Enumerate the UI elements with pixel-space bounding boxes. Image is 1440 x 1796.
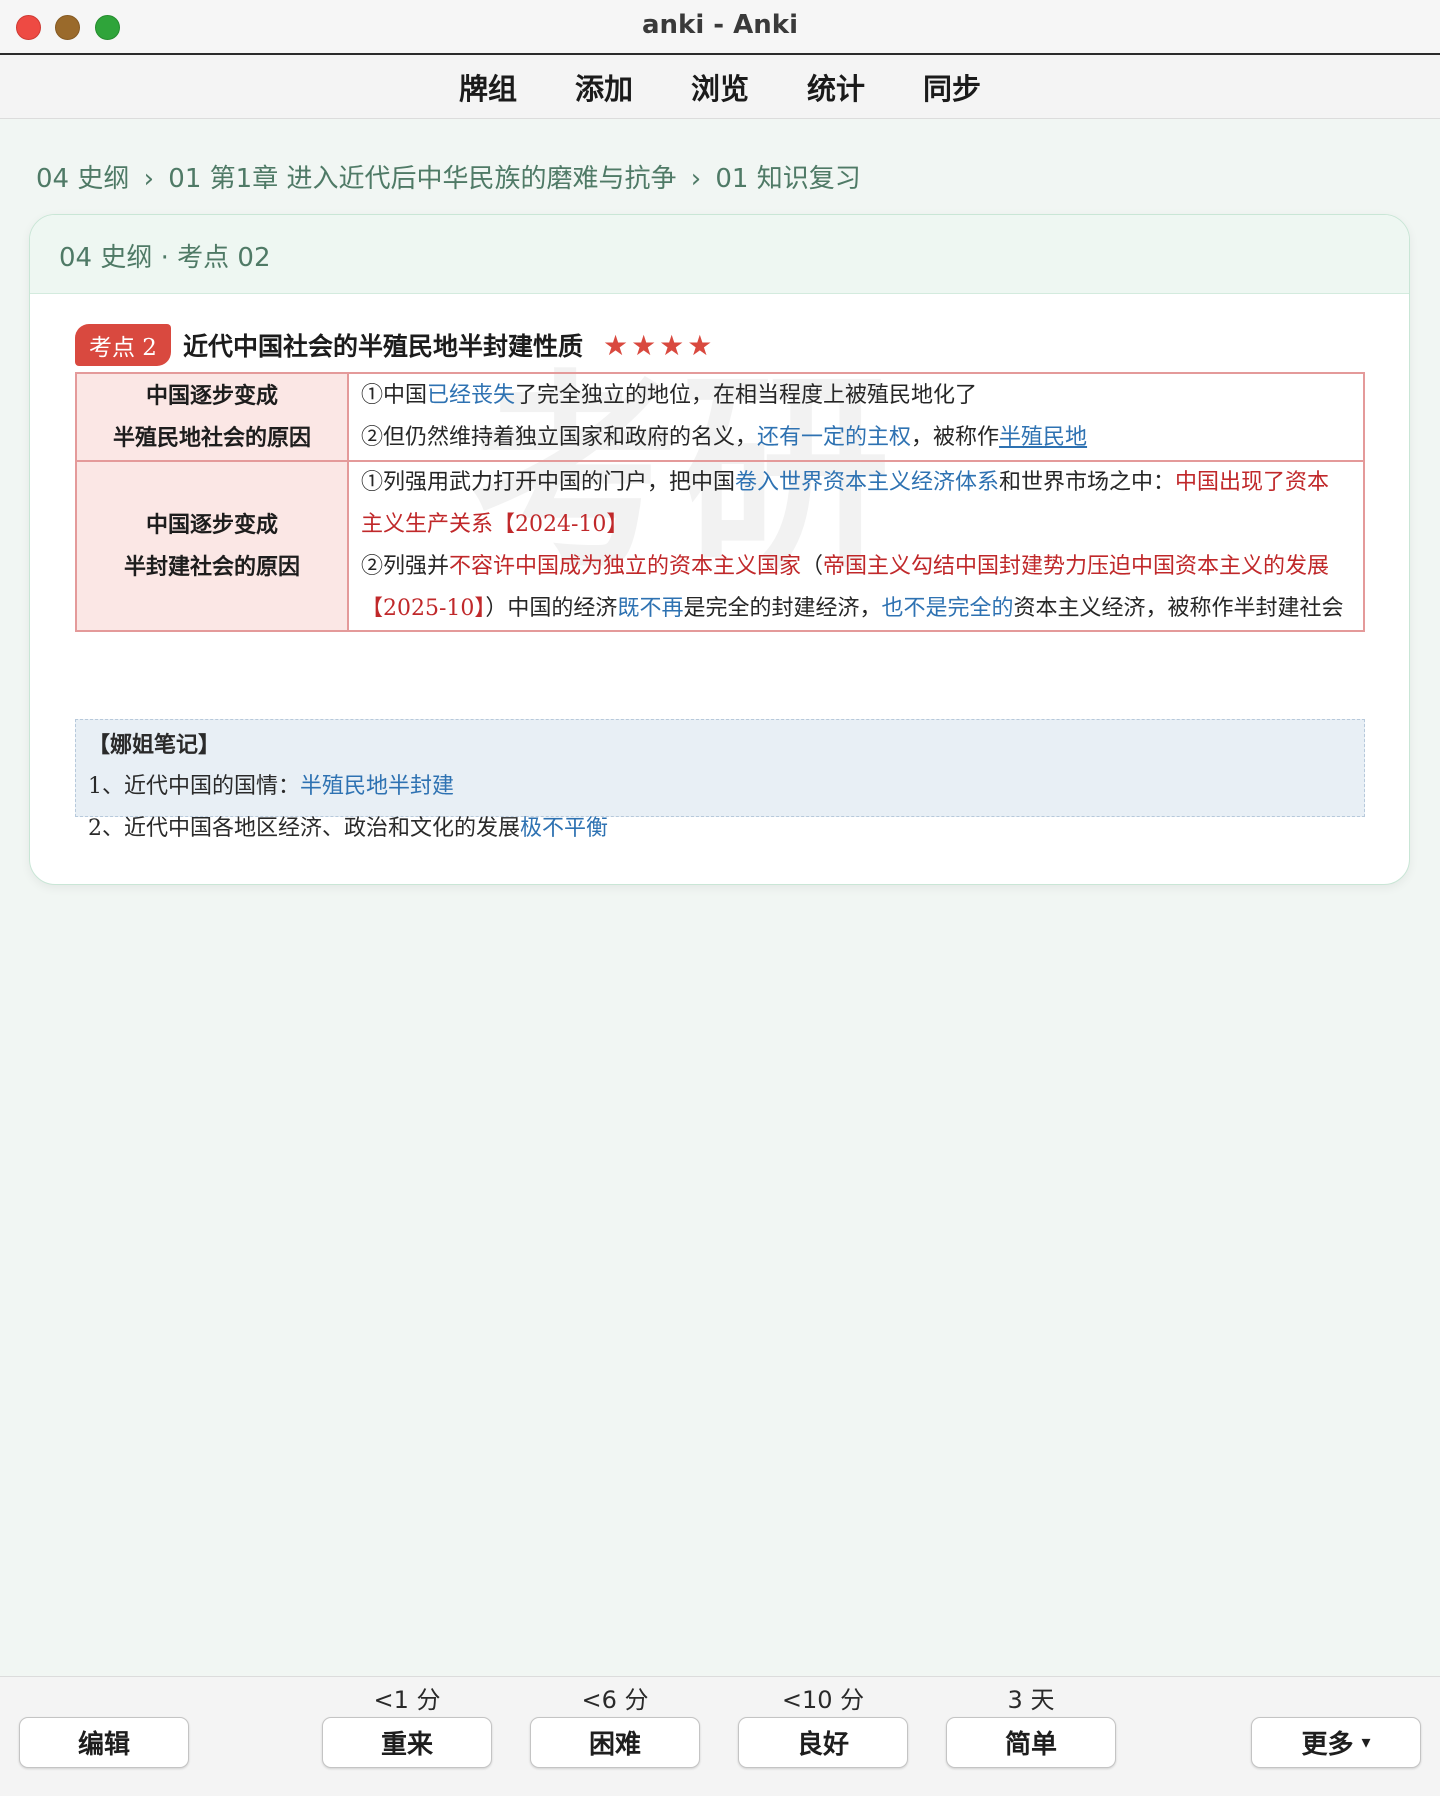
content-line: ①中国已经丧失了完全独立的地位，在相当程度上被殖民地化了: [361, 383, 978, 408]
hard-button[interactable]: 困难: [530, 1717, 700, 1768]
nav-browse[interactable]: 浏览: [691, 66, 749, 108]
easy-interval: 3 天: [1007, 1686, 1055, 1714]
breadcrumb-section: 01 知识复习: [715, 164, 861, 194]
nav-sync[interactable]: 同步: [923, 66, 981, 108]
window-title: anki - Anki: [642, 10, 798, 40]
row-label-line: 半殖民地社会的原因: [112, 425, 311, 451]
row-label-line: 中国逐步变成: [145, 512, 278, 538]
table-row: 中国逐步变成 半殖民地社会的原因 ①中国已经丧失了完全独立的地位，在相当程度上被…: [75, 372, 1365, 462]
hard-interval: <6 分: [581, 1686, 649, 1714]
review-card: 04 史纲 · 考点 02 考研 考点 2 近代中国社会的半殖民地半封建性质 ★…: [29, 214, 1410, 885]
row-label-line: 中国逐步变成: [145, 383, 278, 409]
knowledge-point-heading: 考点 2 近代中国社会的半殖民地半封建性质 ★★★★: [75, 324, 715, 366]
breadcrumb-separator: ›: [143, 164, 155, 194]
more-button[interactable]: 更多 ▾: [1251, 1717, 1421, 1768]
row-label: 中国逐步变成 半殖民地社会的原因: [75, 372, 349, 462]
nav-stats[interactable]: 统计: [807, 66, 865, 108]
good-interval: <10 分: [781, 1686, 865, 1714]
more-label: 更多: [1301, 1730, 1354, 1760]
top-navigation: 牌组 添加 浏览 统计 同步: [0, 55, 1440, 119]
nav-add[interactable]: 添加: [575, 66, 633, 108]
chevron-down-icon: ▾: [1361, 1732, 1371, 1753]
breadcrumb-chapter: 01 第1章 进入近代后中华民族的磨难与抗争: [168, 164, 677, 194]
breadcrumb: 04 史纲 › 01 第1章 进入近代后中华民族的磨难与抗争 › 01 知识复习: [36, 158, 861, 195]
again-interval: <1 分: [373, 1686, 441, 1714]
window-titlebar: anki - Anki: [0, 0, 1440, 55]
table-row: 中国逐步变成 半封建社会的原因 ①列强用武力打开中国的门户，把中国卷入世界资本主…: [75, 460, 1365, 632]
notes-line: 1、近代中国的国情：半殖民地半封建: [88, 774, 455, 799]
row-content: ①中国已经丧失了完全独立的地位，在相当程度上被殖民地化了 ②但仍然维持着独立国家…: [347, 372, 1365, 462]
knowledge-table: 中国逐步变成 半殖民地社会的原因 ①中国已经丧失了完全独立的地位，在相当程度上被…: [75, 372, 1365, 632]
content-line: ②但仍然维持着独立国家和政府的名义，还有一定的主权，被称作半殖民地: [361, 425, 1088, 450]
row-content: ①列强用武力打开中国的门户，把中国卷入世界资本主义经济体系和世界市场之中：中国出…: [347, 460, 1365, 632]
content-paragraph: ①列强用武力打开中国的门户，把中国卷入世界资本主义经济体系和世界市场之中：中国出…: [361, 470, 1330, 537]
good-button[interactable]: 良好: [738, 1717, 908, 1768]
easy-button[interactable]: 简单: [946, 1717, 1116, 1768]
notes-line: 2、近代中国各地区经济、政治和文化的发展极不平衡: [88, 816, 609, 841]
importance-stars-icon: ★★★★: [602, 328, 716, 362]
edit-button[interactable]: 编辑: [19, 1717, 189, 1768]
answer-bar: 编辑 <1 分 重来 <6 分 困难 <10 分 良好 3 天 简单 更多 ▾: [0, 1676, 1440, 1796]
knowledge-point-badge: 考点 2: [75, 324, 171, 366]
row-label-line: 半封建社会的原因: [123, 554, 300, 580]
notes-box: 【娜姐笔记】 1、近代中国的国情：半殖民地半封建 2、近代中国各地区经济、政治和…: [75, 719, 1365, 841]
notes-title: 【娜姐笔记】: [88, 732, 221, 758]
breadcrumb-separator: ›: [690, 164, 702, 194]
breadcrumb-deck: 04 史纲: [36, 164, 130, 194]
card-header: 04 史纲 · 考点 02: [30, 215, 1409, 294]
nav-decks[interactable]: 牌组: [459, 66, 517, 108]
row-label: 中国逐步变成 半封建社会的原因: [75, 460, 349, 632]
knowledge-point-title: 近代中国社会的半殖民地半封建性质: [182, 332, 583, 361]
content-paragraph: ②列强并不容许中国成为独立的资本主义国家（帝国主义勾结中国封建势力压迫中国资本主…: [361, 554, 1344, 621]
again-button[interactable]: 重来: [322, 1717, 492, 1768]
